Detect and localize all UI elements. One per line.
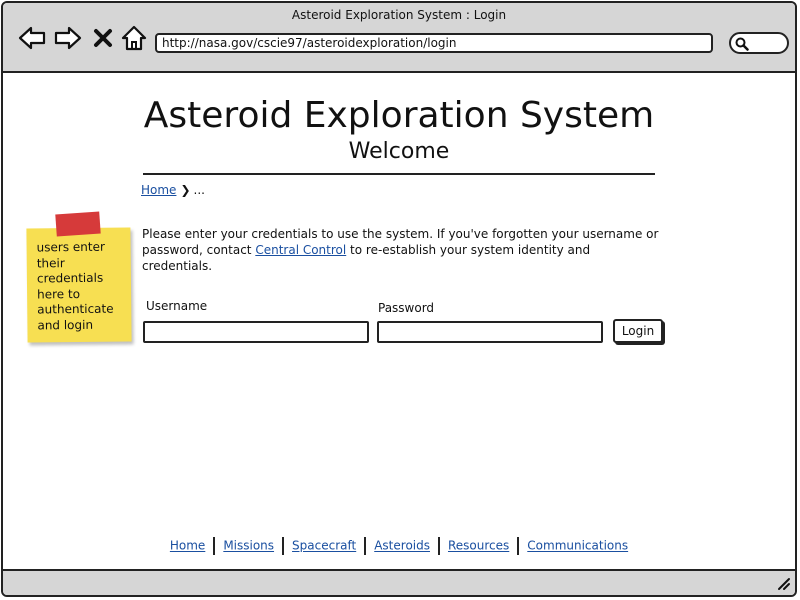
- page-subtitle: Welcome: [348, 139, 450, 164]
- breadcrumb: Home ❯...: [141, 183, 205, 197]
- footer-link-communications[interactable]: Communications: [527, 539, 628, 553]
- footer-divider: [364, 537, 367, 555]
- breadcrumb-home-link[interactable]: Home: [141, 183, 176, 197]
- username-label: Username: [146, 299, 208, 313]
- title-divider: [143, 173, 655, 175]
- footer-link-asteroids[interactable]: Asteroids: [374, 539, 430, 553]
- login-button[interactable]: Login: [613, 319, 663, 343]
- window-title: Asteroid Exploration System : Login: [291, 8, 507, 22]
- footer-divider: [213, 537, 216, 555]
- footer-link-home[interactable]: Home: [170, 539, 205, 553]
- login-instructions: Please enter your credentials to use the…: [142, 226, 662, 274]
- sticky-note-text: users enter their credentials here to au…: [36, 239, 114, 332]
- footer-divider: [282, 537, 285, 555]
- footer-link-spacecraft[interactable]: Spacecraft: [292, 539, 356, 553]
- back-arrow-icon[interactable]: [17, 23, 47, 53]
- footer-link-missions[interactable]: Missions: [223, 539, 274, 553]
- status-bar: [3, 569, 795, 595]
- page-title: Asteroid Exploration System: [143, 95, 655, 136]
- username-field[interactable]: [143, 321, 369, 343]
- central-control-link[interactable]: Central Control: [255, 243, 346, 257]
- resize-grip-icon[interactable]: [777, 577, 791, 591]
- address-bar[interactable]: http://nasa.gov/cscie97/asteroidexplorat…: [155, 33, 713, 53]
- footer-link-resources[interactable]: Resources: [448, 539, 509, 553]
- close-x-icon[interactable]: [91, 23, 115, 53]
- sticky-note: users enter their credentials here to au…: [26, 227, 132, 343]
- password-field[interactable]: [377, 321, 603, 343]
- search-icon: [735, 37, 749, 51]
- forward-arrow-icon[interactable]: [53, 23, 83, 53]
- home-icon[interactable]: [119, 23, 149, 53]
- password-label: Password: [378, 301, 435, 315]
- footer-nav: Home Missions Spacecraft Asteroids Resources…: [3, 537, 795, 555]
- browser-search-field[interactable]: [729, 32, 789, 54]
- footer-divider: [517, 537, 520, 555]
- browser-chrome: Asteroid Exploration System : Login http…: [3, 3, 795, 73]
- chevron-right-icon: ❯: [180, 183, 191, 197]
- sticky-note-tape: [55, 211, 101, 237]
- browser-window: Asteroid Exploration System : Login http…: [1, 1, 797, 597]
- breadcrumb-ellipsis: ...: [193, 183, 205, 197]
- footer-divider: [437, 537, 440, 555]
